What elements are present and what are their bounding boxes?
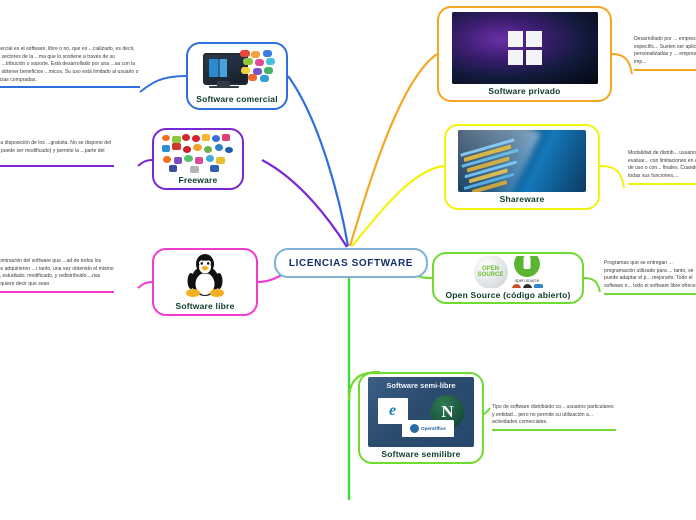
node-label: Open Source (código abierto) xyxy=(445,290,571,300)
note-underline xyxy=(0,290,114,293)
wire-software-privado xyxy=(348,53,438,247)
note-underline xyxy=(604,292,696,295)
note-semilibre: Tipo de software distribuido co... usuar… xyxy=(492,404,616,431)
note-freeware: ...tor pone a disposición de los ...grat… xyxy=(0,140,114,167)
node-label: Software libre xyxy=(175,301,235,311)
semilibre-image-caption: Software semi-libre xyxy=(386,381,456,391)
note-underline xyxy=(0,164,114,167)
wire-note-privado xyxy=(611,53,633,75)
tux-svg xyxy=(186,254,224,297)
note-privado: Desarrollado por ... empresa específic..… xyxy=(634,36,696,71)
windows-logo-icon xyxy=(451,12,598,84)
wire-note-libre xyxy=(137,281,153,289)
node-label: Shareware xyxy=(499,194,545,204)
wire-note-freeware xyxy=(137,159,153,167)
semi-free-software-browsers-icon: Software semi-libre e N OpenOffice xyxy=(368,377,474,447)
note-text: Tipo de software distribuido co... usuar… xyxy=(492,404,614,426)
wire-note-opensource xyxy=(583,277,601,293)
wire-software-comercial xyxy=(287,75,350,247)
node-software-semilibre[interactable]: Software semi-libre e N OpenOffice Softw… xyxy=(358,372,484,464)
wire-note-shareware xyxy=(599,165,625,189)
node-software-comercial[interactable]: Software comercial xyxy=(186,42,288,110)
wire-freeware xyxy=(261,159,348,248)
note-underline xyxy=(634,68,696,71)
application-icons-collage-icon xyxy=(160,133,236,173)
wire-note-comercial xyxy=(139,75,187,93)
central-node[interactable]: LICENCIAS SOFTWARE xyxy=(274,248,428,278)
note-libre: ...es la denominación del software que .… xyxy=(0,258,114,293)
open-source-logos-icon: OPEN SOURCE open source xyxy=(456,256,560,288)
mindmap-canvas: LICENCIAS SOFTWARE Software comercial Fr… xyxy=(0,0,696,520)
node-freeware[interactable]: Freeware xyxy=(152,128,244,190)
note-text: Programas que se entregan ... programaci… xyxy=(604,260,696,289)
note-underline xyxy=(628,182,696,185)
note-underline xyxy=(492,428,616,431)
linux-tux-penguin-icon xyxy=(178,253,232,299)
open-source-initiative-icon xyxy=(514,256,540,277)
note-text: Desarrollado por ... empresa específic..… xyxy=(634,36,696,65)
node-open-source[interactable]: OPEN SOURCE open source Open Source (códi… xyxy=(432,252,584,304)
note-text: ...tor pone a disposición de los ...grat… xyxy=(0,140,112,154)
node-software-privado[interactable]: Software privado xyxy=(437,6,612,102)
node-label: Software privado xyxy=(488,86,561,96)
note-text: Modalidad de distrib... usuario puede ev… xyxy=(628,150,696,179)
node-shareware[interactable]: Shareware xyxy=(444,124,600,210)
node-label: Software semilibre xyxy=(381,449,461,459)
note-text: ...ware comercial es el software, libre … xyxy=(0,46,139,83)
open-source-wordcloud-icon: OPEN SOURCE xyxy=(473,256,508,288)
note-comercial: ...ware comercial es el software, libre … xyxy=(0,46,140,89)
note-underline xyxy=(0,86,140,89)
openoffice-icon: OpenOffice xyxy=(401,420,454,438)
note-text: ...es la denominación del software que .… xyxy=(0,258,114,287)
blue-keyboard-tech-image-icon xyxy=(458,130,586,192)
monitor-with-app-tiles-icon xyxy=(196,48,278,92)
node-label: Software comercial xyxy=(196,94,278,104)
node-label: Freeware xyxy=(178,175,218,185)
wire-shareware xyxy=(351,164,445,247)
note-shareware: Modalidad de distrib... usuario puede ev… xyxy=(628,150,696,185)
note-opensource: Programas que se entregan ... programaci… xyxy=(604,260,696,295)
node-software-libre[interactable]: Software libre xyxy=(152,248,258,316)
central-node-label: LICENCIAS SOFTWARE xyxy=(288,257,414,269)
